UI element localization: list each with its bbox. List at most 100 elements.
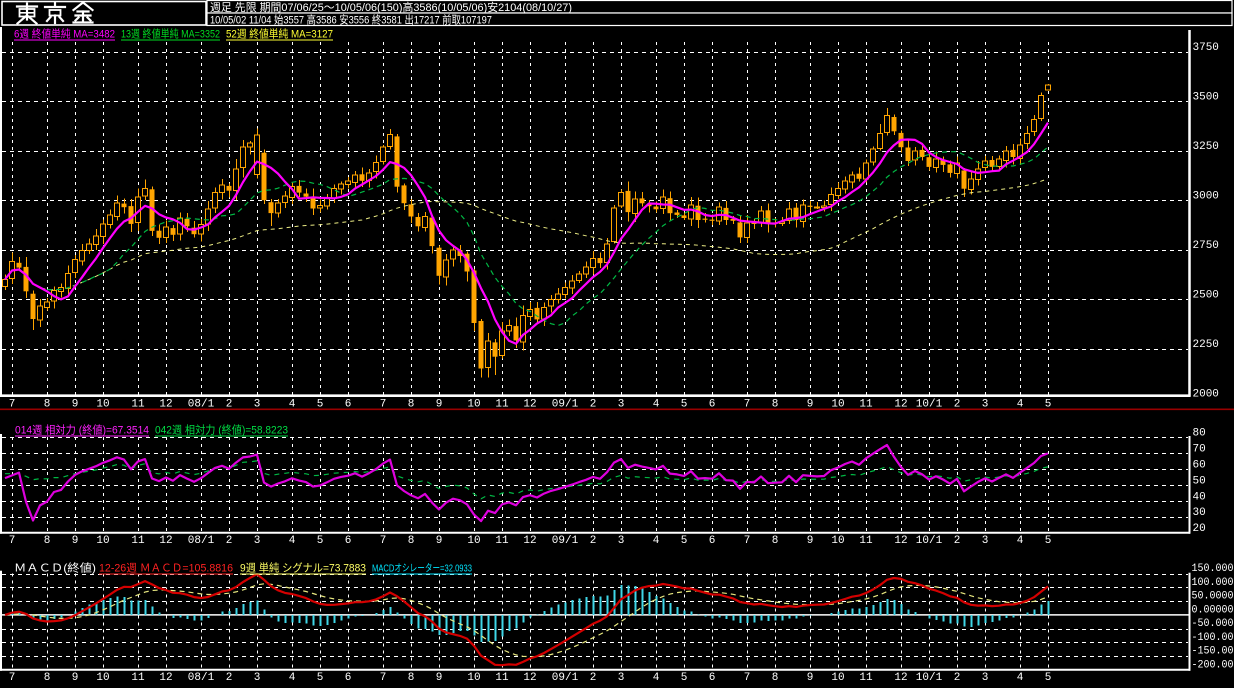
svg-text:11: 11 bbox=[495, 535, 509, 547]
svg-text:09/1: 09/1 bbox=[552, 535, 579, 547]
svg-text:9: 9 bbox=[807, 672, 814, 683]
svg-text:12: 12 bbox=[894, 672, 907, 683]
svg-text:2: 2 bbox=[226, 672, 233, 683]
svg-text:8: 8 bbox=[44, 399, 51, 411]
svg-text:7: 7 bbox=[380, 535, 387, 547]
svg-text:9: 9 bbox=[72, 399, 79, 411]
svg-text:12: 12 bbox=[894, 399, 907, 411]
svg-text:10/1: 10/1 bbox=[916, 672, 943, 683]
svg-text:09/1: 09/1 bbox=[552, 399, 579, 411]
svg-text:13週 終値単純 MA=3352: 13週 終値単純 MA=3352 bbox=[121, 27, 220, 41]
svg-text:11: 11 bbox=[859, 399, 873, 411]
svg-text:6: 6 bbox=[345, 535, 352, 547]
svg-text:042週 相対力 (終値)=58.8223: 042週 相対力 (終値)=58.8223 bbox=[155, 423, 288, 437]
svg-text:2: 2 bbox=[590, 672, 597, 683]
svg-text:6: 6 bbox=[709, 672, 716, 683]
svg-text:6: 6 bbox=[345, 672, 352, 683]
svg-text:3250: 3250 bbox=[1193, 141, 1219, 153]
svg-text:7: 7 bbox=[744, 535, 751, 547]
svg-text:10/05/02 11/04 始3557 高3586 安35: 10/05/02 11/04 始3557 高3586 安3556 終3581 出… bbox=[210, 13, 492, 27]
svg-text:3: 3 bbox=[618, 672, 625, 683]
svg-text:10: 10 bbox=[831, 535, 844, 547]
svg-text:2500: 2500 bbox=[1193, 290, 1219, 302]
svg-text:09/1: 09/1 bbox=[552, 672, 579, 683]
svg-text:52週 終値単純 MA=3127: 52週 終値単純 MA=3127 bbox=[226, 27, 333, 41]
svg-text:7: 7 bbox=[9, 399, 16, 411]
svg-text:08/1: 08/1 bbox=[188, 672, 215, 683]
svg-text:12: 12 bbox=[159, 399, 172, 411]
svg-text:5: 5 bbox=[317, 535, 324, 547]
svg-text:4: 4 bbox=[653, 399, 660, 411]
svg-text:40: 40 bbox=[1193, 491, 1206, 503]
svg-text:12: 12 bbox=[523, 672, 536, 683]
svg-text:2: 2 bbox=[590, 399, 597, 411]
svg-text:6: 6 bbox=[709, 535, 716, 547]
svg-text:10: 10 bbox=[96, 672, 109, 683]
svg-text:-150.00: -150.00 bbox=[1192, 646, 1234, 658]
svg-text:10/1: 10/1 bbox=[916, 399, 943, 411]
svg-text:10: 10 bbox=[96, 399, 109, 411]
svg-text:08/1: 08/1 bbox=[188, 535, 215, 547]
svg-text:5: 5 bbox=[1045, 399, 1052, 411]
svg-text:10: 10 bbox=[467, 672, 480, 683]
svg-text:9: 9 bbox=[807, 535, 814, 547]
svg-text:11: 11 bbox=[859, 535, 873, 547]
svg-text:2: 2 bbox=[954, 399, 961, 411]
svg-text:2: 2 bbox=[226, 535, 233, 547]
svg-text:2: 2 bbox=[954, 535, 961, 547]
svg-text:8: 8 bbox=[772, 672, 779, 683]
svg-text:3: 3 bbox=[618, 535, 625, 547]
svg-text:3500: 3500 bbox=[1193, 92, 1219, 104]
svg-text:7: 7 bbox=[380, 672, 387, 683]
svg-text:4: 4 bbox=[1017, 672, 1024, 683]
svg-text:10/1: 10/1 bbox=[916, 535, 943, 547]
svg-text:2: 2 bbox=[954, 672, 961, 683]
svg-text:2250: 2250 bbox=[1193, 339, 1219, 351]
svg-text:4: 4 bbox=[289, 399, 296, 411]
svg-text:MACDオシレーター=32.0933: MACDオシレーター=32.0933 bbox=[372, 563, 472, 575]
svg-text:08/1: 08/1 bbox=[188, 399, 215, 411]
svg-text:7: 7 bbox=[380, 399, 387, 411]
svg-text:2: 2 bbox=[590, 535, 597, 547]
svg-text:12: 12 bbox=[894, 535, 907, 547]
svg-text:8: 8 bbox=[44, 672, 51, 683]
svg-text:週足 先限 期間07/06/25～10/05/06(150: 週足 先限 期間07/06/25～10/05/06(150)高3586(10/0… bbox=[210, 0, 572, 14]
svg-text:3: 3 bbox=[982, 672, 989, 683]
svg-text:10: 10 bbox=[467, 535, 480, 547]
svg-text:8: 8 bbox=[408, 399, 415, 411]
svg-text:50: 50 bbox=[1193, 475, 1206, 487]
svg-text:50.0000: 50.0000 bbox=[1192, 591, 1234, 603]
svg-text:5: 5 bbox=[681, 535, 688, 547]
svg-text:-200.00: -200.00 bbox=[1192, 659, 1234, 671]
svg-text:8: 8 bbox=[408, 535, 415, 547]
svg-text:5: 5 bbox=[317, 672, 324, 683]
svg-text:12: 12 bbox=[523, 399, 536, 411]
svg-text:9: 9 bbox=[436, 399, 443, 411]
svg-text:7: 7 bbox=[744, 399, 751, 411]
svg-text:4: 4 bbox=[1017, 399, 1024, 411]
svg-text:ＭＡＣＤ(終値): ＭＡＣＤ(終値) bbox=[14, 561, 96, 575]
svg-text:9: 9 bbox=[72, 672, 79, 683]
svg-text:11: 11 bbox=[859, 672, 873, 683]
svg-text:12-26週 ＭＡＣＤ=105.8816: 12-26週 ＭＡＣＤ=105.8816 bbox=[99, 562, 233, 575]
svg-text:6: 6 bbox=[345, 399, 352, 411]
svg-text:7: 7 bbox=[9, 535, 16, 547]
svg-text:3: 3 bbox=[618, 399, 625, 411]
svg-text:9: 9 bbox=[436, 672, 443, 683]
svg-text:5: 5 bbox=[317, 399, 324, 411]
svg-text:150.000: 150.000 bbox=[1192, 563, 1234, 575]
svg-text:11: 11 bbox=[131, 672, 145, 683]
svg-text:7: 7 bbox=[744, 672, 751, 683]
svg-text:2000: 2000 bbox=[1193, 389, 1219, 401]
svg-text:6: 6 bbox=[709, 399, 716, 411]
svg-text:70: 70 bbox=[1193, 443, 1206, 455]
svg-text:10: 10 bbox=[831, 672, 844, 683]
svg-text:5: 5 bbox=[681, 399, 688, 411]
svg-text:5: 5 bbox=[681, 672, 688, 683]
svg-text:5: 5 bbox=[1045, 535, 1052, 547]
svg-text:9: 9 bbox=[72, 535, 79, 547]
svg-text:4: 4 bbox=[289, 535, 296, 547]
svg-text:3: 3 bbox=[982, 399, 989, 411]
svg-text:12: 12 bbox=[159, 535, 172, 547]
svg-text:10: 10 bbox=[467, 399, 480, 411]
